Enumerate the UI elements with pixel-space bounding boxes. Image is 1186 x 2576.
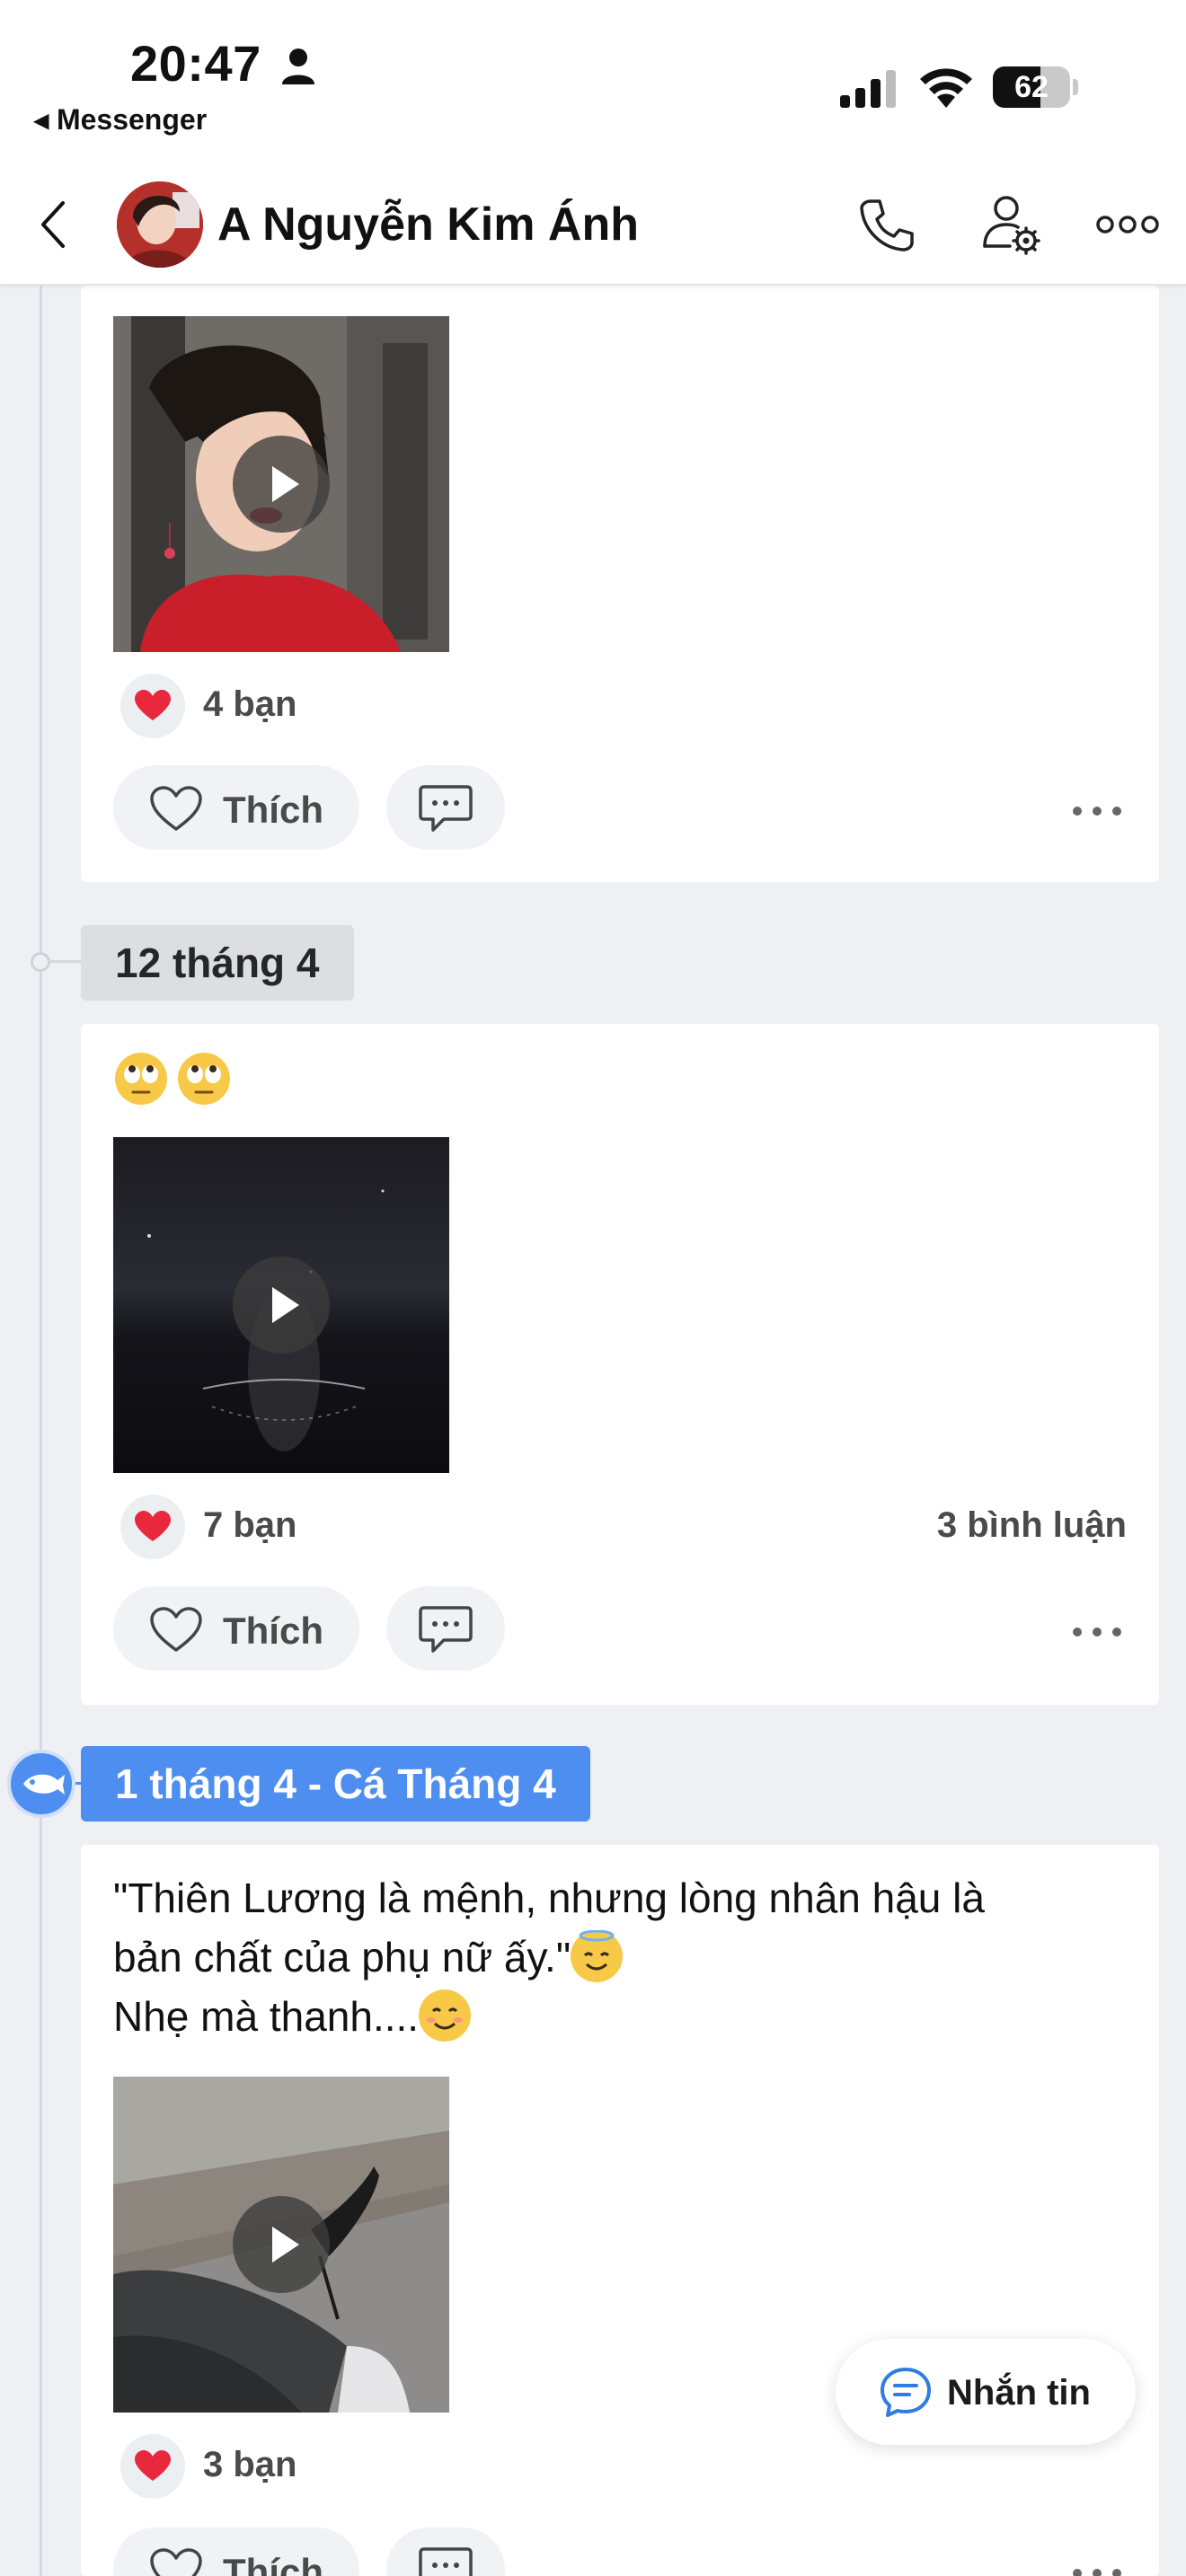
battery-indicator: 62	[993, 66, 1079, 108]
post-card: 4 bạn Thích	[81, 286, 1159, 882]
message-button-label: Nhắn tin	[947, 2373, 1091, 2413]
comment-icon	[419, 785, 473, 832]
like-label: Thích	[223, 1610, 323, 1652]
status-time: 20:47	[130, 35, 261, 92]
heart-outline-icon	[150, 2548, 202, 2576]
date-chip: 12 tháng 4	[81, 925, 354, 1001]
video-thumbnail[interactable]	[113, 2077, 449, 2413]
comment-count[interactable]: 3 bình luận	[937, 1505, 1127, 1546]
april-fool-fish-icon	[7, 1750, 75, 1818]
like-label: Thích	[223, 789, 323, 831]
timeline-line	[40, 286, 42, 2576]
post-card: 7 bạn 3 bình luận Thích	[81, 1024, 1159, 1705]
wifi-icon	[920, 68, 972, 108]
message-button[interactable]: Nhắn tin	[836, 2339, 1136, 2445]
play-icon[interactable]	[233, 1257, 330, 1354]
cellular-signal-icon	[840, 70, 896, 108]
comment-icon	[419, 1606, 473, 1653]
heart-reaction-icon	[120, 674, 185, 738]
profile-header: A Nguyễn Kim Ánh	[0, 162, 1186, 286]
date-chip-april-fools: 1 tháng 4 - Cá Tháng 4	[81, 1746, 590, 1822]
timeline-dot	[31, 952, 50, 972]
post-text: "Thiên Lương là mệnh, nhưng lòng nhân hậ…	[113, 1875, 985, 2042]
comment-icon	[419, 2547, 473, 2576]
more-icon[interactable]	[1096, 214, 1159, 235]
eye-roll-emoji-icon	[115, 1053, 167, 1105]
reaction-count[interactable]: 7 bạn	[203, 1505, 296, 1546]
like-button[interactable]: Thích	[113, 1586, 359, 1671]
back-chevron-icon[interactable]	[36, 198, 72, 251]
like-button[interactable]: Thích	[113, 2527, 359, 2576]
status-bar: 20:47 ◂ Messenger 62	[0, 0, 1186, 162]
post-more-icon[interactable]	[1071, 2567, 1123, 2576]
video-thumbnail[interactable]	[113, 316, 449, 652]
eye-roll-emoji-icon	[178, 1053, 230, 1105]
play-icon[interactable]	[233, 436, 330, 533]
user-settings-icon[interactable]	[979, 192, 1040, 255]
person-icon	[282, 49, 314, 84]
heart-reaction-icon	[120, 1495, 185, 1559]
post-more-icon[interactable]	[1071, 1626, 1123, 1638]
like-label: Thích	[223, 2551, 323, 2576]
back-to-messenger-link[interactable]: ◂ Messenger	[34, 102, 207, 137]
heart-outline-icon	[150, 1607, 202, 1652]
comment-button[interactable]	[386, 765, 505, 850]
video-thumbnail[interactable]	[113, 1137, 449, 1473]
smile-emoji-icon	[419, 1989, 472, 2042]
like-button[interactable]: Thích	[113, 765, 359, 850]
heart-outline-icon	[150, 786, 202, 831]
post-card: "Thiên Lương là mệnh, nhưng lòng nhân hậ…	[81, 1845, 1159, 2576]
play-icon[interactable]	[233, 2196, 330, 2293]
heart-reaction-icon	[120, 2434, 185, 2499]
reaction-count[interactable]: 3 bạn	[203, 2445, 296, 2485]
comment-button[interactable]	[386, 1586, 505, 1671]
comment-button[interactable]	[386, 2527, 505, 2576]
phone-icon[interactable]	[858, 196, 916, 253]
battery-percent: 62	[1014, 70, 1049, 104]
reaction-count[interactable]: 4 bạn	[203, 684, 296, 725]
timeline-connector	[50, 960, 81, 963]
profile-name: A Nguyễn Kim Ánh	[217, 198, 639, 251]
avatar[interactable]	[117, 181, 203, 268]
messenger-chat-icon	[881, 2368, 931, 2417]
halo-smile-emoji-icon	[571, 1930, 624, 1982]
post-more-icon[interactable]	[1071, 805, 1123, 817]
